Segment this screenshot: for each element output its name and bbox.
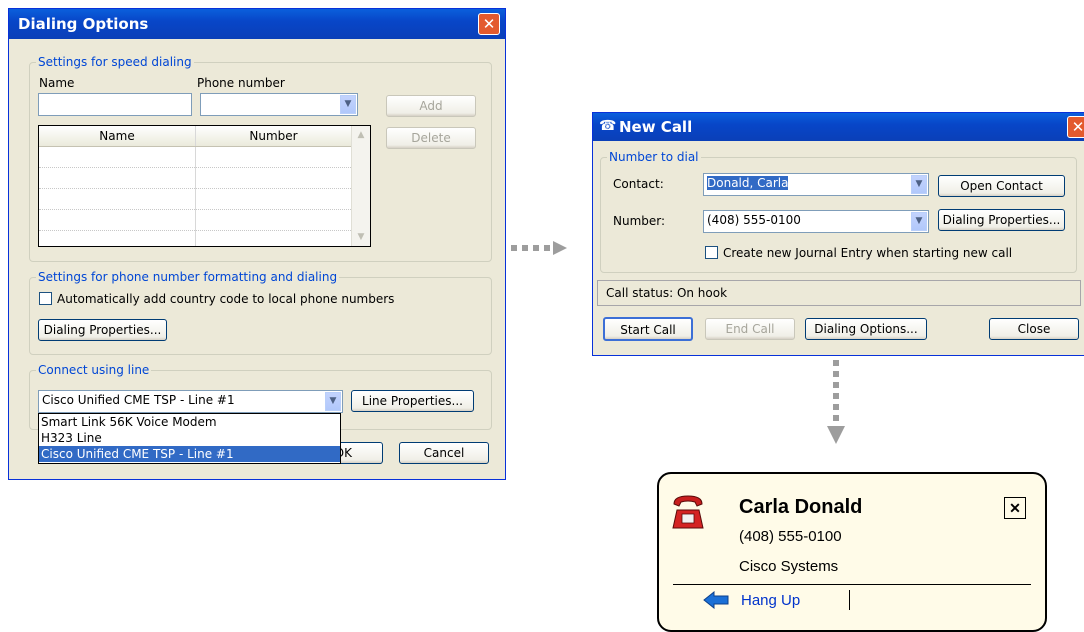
back-arrow-icon[interactable] [703,590,729,610]
line-selected-value: Cisco Unified CME TSP - Line #1 [42,393,235,407]
table-row[interactable] [39,209,352,231]
phone-number-dropdown[interactable]: ▼ [200,93,358,116]
number-label: Number: [613,214,666,228]
popup-divider [673,584,1031,585]
column-header-name[interactable]: Name [39,126,196,147]
dropdown-arrow-icon[interactable]: ▼ [340,95,356,114]
new-call-icon: ☎ [599,118,617,134]
journal-entry-label: Create new Journal Entry when starting n… [723,246,1013,260]
number-value: (408) 555-0100 [707,213,801,227]
call-popup: Carla Donald (408) 555-0100 Cisco System… [657,472,1047,632]
table-row[interactable] [39,167,352,189]
contact-value: Donald, Carla [707,176,789,190]
table-scrollbar[interactable]: ▲ ▼ [351,126,370,246]
group-label: Settings for phone number formatting and… [36,270,340,284]
auto-country-code-checkbox[interactable] [39,292,52,305]
line-dropdown-list[interactable]: Smart Link 56K Voice Modem H323 Line Cis… [38,413,341,464]
close-icon[interactable]: ✕ [1004,497,1026,519]
group-label: Connect using line [36,363,152,377]
contact-label: Contact: [613,177,664,191]
new-call-window: ☎ New Call ✕ Number to dial Contact: Don… [592,112,1084,356]
window-title: Dialing Options [18,15,149,33]
contact-dropdown[interactable]: Donald, Carla ▼ [703,173,929,196]
journal-entry-checkbox[interactable] [705,246,718,259]
table-row[interactable] [39,146,352,168]
hang-up-link[interactable]: Hang Up [741,592,800,609]
call-status-text: Call status: On hook [606,286,728,300]
start-call-button[interactable]: Start Call [603,317,693,341]
dialing-properties-button[interactable]: Dialing Properties... [938,209,1065,231]
close-icon[interactable]: ✕ [478,13,500,35]
line-dropdown[interactable]: Cisco Unified CME TSP - Line #1 ▼ [38,390,343,413]
scroll-up-icon[interactable]: ▲ [353,127,369,143]
caller-number: (408) 555-0100 [739,528,842,545]
scroll-down-icon[interactable]: ▼ [353,229,369,245]
dropdown-arrow-icon[interactable]: ▼ [911,212,927,231]
dialing-options-button[interactable]: Dialing Options... [805,318,927,340]
line-properties-button[interactable]: Line Properties... [351,390,474,412]
line-option-selected[interactable]: Cisco Unified CME TSP - Line #1 [39,446,340,462]
close-button[interactable]: Close [989,318,1079,340]
line-option[interactable]: H323 Line [39,430,340,446]
flow-arrow-down [826,360,846,450]
dialing-options-titlebar: Dialing Options ✕ [9,9,505,39]
group-label: Number to dial [607,150,701,164]
line-option[interactable]: Smart Link 56K Voice Modem [39,414,340,430]
speed-dial-table[interactable]: Name Number ▲ ▼ [38,125,371,247]
phone-number-label: Phone number [197,76,285,90]
caller-name: Carla Donald [739,496,863,518]
cancel-button[interactable]: Cancel [399,442,489,464]
formatting-group: Settings for phone number formatting and… [29,270,492,355]
flow-arrow-right [511,241,571,255]
group-label: Settings for speed dialing [36,55,194,69]
toolbar-separator [849,590,850,610]
end-call-button[interactable]: End Call [705,318,795,340]
open-contact-button[interactable]: Open Contact [938,175,1065,197]
name-input[interactable] [38,93,192,116]
dropdown-arrow-icon[interactable]: ▼ [325,392,341,411]
new-call-titlebar: ☎ New Call ✕ [593,113,1084,141]
number-dropdown[interactable]: (408) 555-0100 ▼ [703,210,929,233]
dialing-properties-button[interactable]: Dialing Properties... [38,319,167,341]
auto-country-code-label: Automatically add country code to local … [57,292,395,306]
column-header-number[interactable]: Number [195,126,352,147]
table-row[interactable] [39,230,352,246]
phone-icon [671,494,705,530]
dialing-options-window: Dialing Options ✕ Settings for speed dia… [8,8,506,480]
close-icon[interactable]: ✕ [1067,116,1084,138]
table-row[interactable] [39,188,352,210]
dropdown-arrow-icon[interactable]: ▼ [911,175,927,194]
caller-company: Cisco Systems [739,558,839,575]
add-button[interactable]: Add [386,95,476,117]
name-label: Name [39,76,75,90]
call-status-bar: Call status: On hook [597,280,1081,306]
delete-button[interactable]: Delete [386,127,476,149]
window-title: New Call [619,118,693,136]
